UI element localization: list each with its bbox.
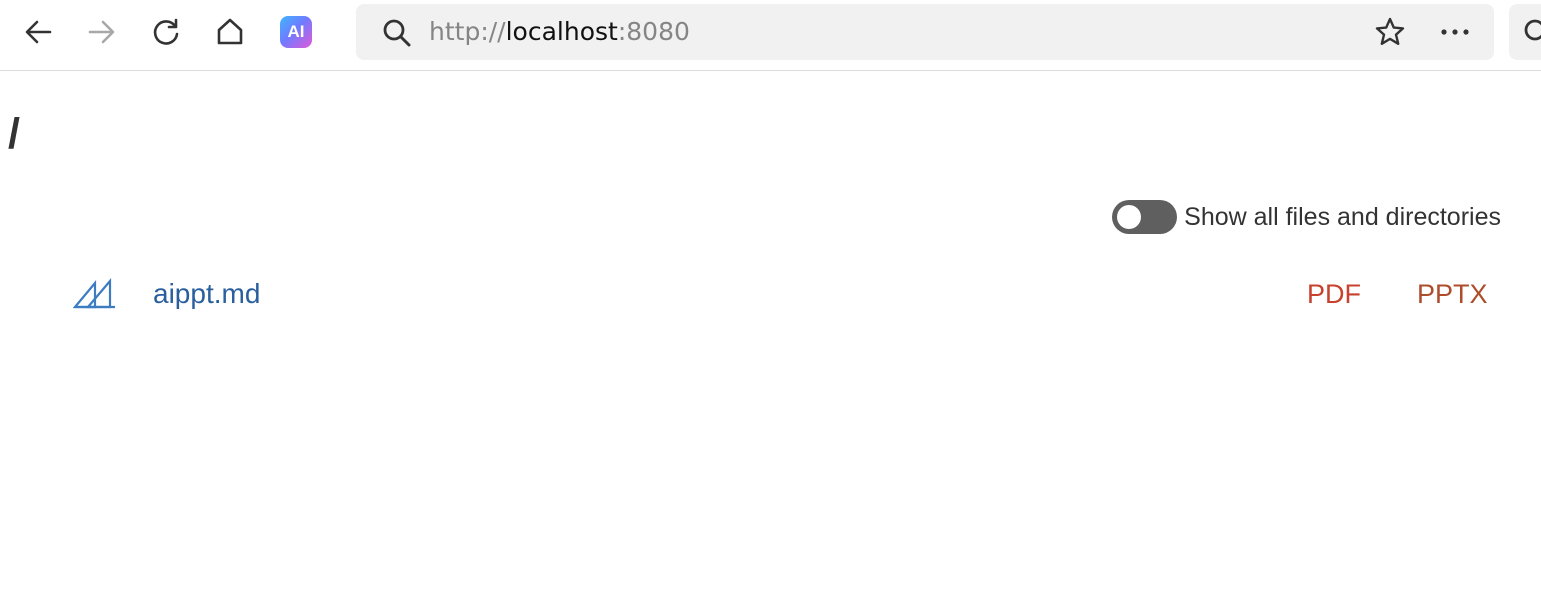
file-row: aippt.md PDF PPTX bbox=[0, 268, 1541, 320]
home-icon bbox=[217, 18, 243, 45]
markdown-icon bbox=[73, 278, 115, 309]
star-icon bbox=[1375, 17, 1405, 45]
home-button[interactable] bbox=[210, 12, 250, 52]
more-dots-icon bbox=[1441, 29, 1469, 35]
url-host: localhost bbox=[505, 17, 618, 46]
browser-toolbar: AI http://localhost:8080 bbox=[0, 0, 1541, 71]
page-title: / bbox=[8, 110, 20, 158]
convert-pptx-link[interactable]: PPTX bbox=[1417, 278, 1488, 310]
search-icon bbox=[383, 19, 411, 47]
arrow-right-icon bbox=[88, 20, 115, 44]
show-all-toggle[interactable] bbox=[1112, 200, 1178, 234]
reload-icon bbox=[153, 18, 179, 45]
toggle-label[interactable]: Show all files and directories bbox=[1184, 200, 1501, 234]
forward-button[interactable] bbox=[82, 12, 122, 52]
back-button[interactable] bbox=[18, 12, 58, 52]
url-scheme: http:// bbox=[429, 17, 506, 46]
ai-assistant-icon: AI bbox=[280, 16, 312, 48]
ai-assistant-button[interactable]: AI bbox=[276, 12, 316, 52]
more-button[interactable] bbox=[1437, 14, 1473, 50]
arrow-left-icon bbox=[25, 20, 52, 44]
address-bar[interactable]: http://localhost:8080 bbox=[356, 4, 1494, 60]
url-text[interactable]: http://localhost:8080 bbox=[429, 17, 690, 47]
toggle-knob bbox=[1117, 205, 1142, 229]
favorite-button[interactable] bbox=[1372, 14, 1408, 50]
sidebar-search-button[interactable] bbox=[1509, 4, 1541, 60]
reload-button[interactable] bbox=[146, 12, 186, 52]
show-all-toggle-group: Show all files and directories bbox=[1112, 200, 1501, 234]
convert-pdf-link[interactable]: PDF bbox=[1307, 278, 1361, 310]
url-port: :8080 bbox=[617, 17, 690, 46]
search-icon bbox=[1524, 19, 1541, 41]
file-link[interactable]: aippt.md bbox=[153, 278, 260, 310]
